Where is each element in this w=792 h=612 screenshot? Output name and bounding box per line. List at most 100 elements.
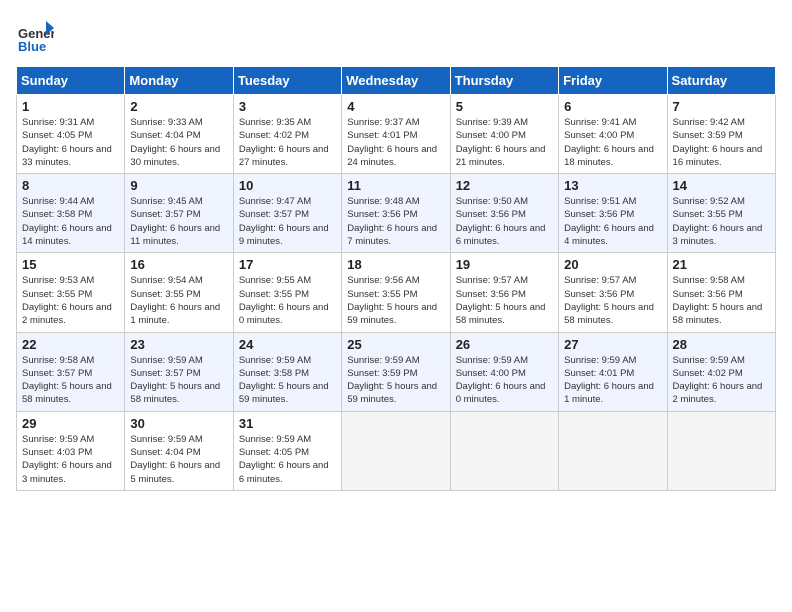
day-number: 27 (564, 337, 661, 352)
calendar-cell: 31 Sunrise: 9:59 AMSunset: 4:05 PMDayligh… (233, 411, 341, 490)
calendar-cell: 23Sunrise: 9:59 AMSunset: 3:57 PMDayligh… (125, 332, 233, 411)
day-info: Sunrise: 9:59 AMSunset: 3:57 PMDaylight:… (130, 354, 227, 407)
day-info: Sunrise: 9:35 AMSunset: 4:02 PMDaylight:… (239, 116, 336, 169)
day-number: 18 (347, 257, 444, 272)
calendar-cell: 25Sunrise: 9:59 AMSunset: 3:59 PMDayligh… (342, 332, 450, 411)
day-info: Sunrise: 9:57 AMSunset: 3:56 PMDaylight:… (456, 274, 553, 327)
week-row-5: 29 Sunrise: 9:59 AMSunset: 4:03 PMDayligh… (17, 411, 776, 490)
day-info: Sunrise: 9:52 AMSunset: 3:55 PMDaylight:… (673, 195, 770, 248)
day-number: 9 (130, 178, 227, 193)
day-info: Sunrise: 9:53 AMSunset: 3:55 PMDaylight:… (22, 274, 119, 327)
day-number: 5 (456, 99, 553, 114)
calendar-cell: 21 Sunrise: 9:58 AMSunset: 3:56 PMDayligh… (667, 253, 775, 332)
day-info: Sunrise: 9:58 AMSunset: 3:57 PMDaylight:… (22, 354, 119, 407)
day-number: 24 (239, 337, 336, 352)
calendar-cell (559, 411, 667, 490)
day-number: 14 (673, 178, 770, 193)
logo-icon: General Blue (16, 16, 54, 54)
weekday-thursday: Thursday (450, 67, 558, 95)
day-info: Sunrise: 9:33 AMSunset: 4:04 PMDaylight:… (130, 116, 227, 169)
day-info: Sunrise: 9:57 AMSunset: 3:56 PMDaylight:… (564, 274, 661, 327)
calendar-cell: 9 Sunrise: 9:45 AMSunset: 3:57 PMDaylight… (125, 174, 233, 253)
calendar-cell: 8 Sunrise: 9:44 AMSunset: 3:58 PMDaylight… (17, 174, 125, 253)
weekday-tuesday: Tuesday (233, 67, 341, 95)
day-number: 26 (456, 337, 553, 352)
calendar-cell: 24Sunrise: 9:59 AMSunset: 3:58 PMDayligh… (233, 332, 341, 411)
day-info: Sunrise: 9:37 AMSunset: 4:01 PMDaylight:… (347, 116, 444, 169)
week-row-1: 1 Sunrise: 9:31 AMSunset: 4:05 PMDaylight… (17, 95, 776, 174)
day-number: 8 (22, 178, 119, 193)
calendar-cell: 26 Sunrise: 9:59 AMSunset: 4:00 PMDayligh… (450, 332, 558, 411)
day-info: Sunrise: 9:50 AMSunset: 3:56 PMDaylight:… (456, 195, 553, 248)
day-info: Sunrise: 9:59 AMSunset: 4:01 PMDaylight:… (564, 354, 661, 407)
svg-text:Blue: Blue (18, 39, 46, 54)
day-info: Sunrise: 9:58 AMSunset: 3:56 PMDaylight:… (673, 274, 770, 327)
calendar-cell (342, 411, 450, 490)
calendar-cell: 11Sunrise: 9:48 AMSunset: 3:56 PMDayligh… (342, 174, 450, 253)
calendar-cell: 6 Sunrise: 9:41 AMSunset: 4:00 PMDaylight… (559, 95, 667, 174)
day-info: Sunrise: 9:31 AMSunset: 4:05 PMDaylight:… (22, 116, 119, 169)
calendar-cell: 3 Sunrise: 9:35 AMSunset: 4:02 PMDaylight… (233, 95, 341, 174)
week-row-2: 8 Sunrise: 9:44 AMSunset: 3:58 PMDaylight… (17, 174, 776, 253)
calendar-cell: 15 Sunrise: 9:53 AMSunset: 3:55 PMDayligh… (17, 253, 125, 332)
day-number: 7 (673, 99, 770, 114)
calendar-cell: 30 Sunrise: 9:59 AMSunset: 4:04 PMDayligh… (125, 411, 233, 490)
weekday-wednesday: Wednesday (342, 67, 450, 95)
day-number: 22 (22, 337, 119, 352)
day-number: 1 (22, 99, 119, 114)
day-number: 2 (130, 99, 227, 114)
calendar-cell (450, 411, 558, 490)
calendar-cell: 18Sunrise: 9:56 AMSunset: 3:55 PMDayligh… (342, 253, 450, 332)
calendar-cell: 4Sunrise: 9:37 AMSunset: 4:01 PMDaylight… (342, 95, 450, 174)
calendar-cell: 28Sunrise: 9:59 AMSunset: 4:02 PMDayligh… (667, 332, 775, 411)
day-number: 16 (130, 257, 227, 272)
day-number: 31 (239, 416, 336, 431)
logo: General Blue (16, 16, 58, 54)
calendar-cell: 17Sunrise: 9:55 AMSunset: 3:55 PMDayligh… (233, 253, 341, 332)
day-info: Sunrise: 9:39 AMSunset: 4:00 PMDaylight:… (456, 116, 553, 169)
calendar-cell: 14 Sunrise: 9:52 AMSunset: 3:55 PMDayligh… (667, 174, 775, 253)
day-info: Sunrise: 9:41 AMSunset: 4:00 PMDaylight:… (564, 116, 661, 169)
calendar-cell: 27 Sunrise: 9:59 AMSunset: 4:01 PMDayligh… (559, 332, 667, 411)
calendar-table: SundayMondayTuesdayWednesdayThursdayFrid… (16, 66, 776, 491)
day-number: 3 (239, 99, 336, 114)
weekday-sunday: Sunday (17, 67, 125, 95)
calendar-cell: 20 Sunrise: 9:57 AMSunset: 3:56 PMDayligh… (559, 253, 667, 332)
day-info: Sunrise: 9:59 AMSunset: 3:59 PMDaylight:… (347, 354, 444, 407)
day-info: Sunrise: 9:59 AMSunset: 4:00 PMDaylight:… (456, 354, 553, 407)
calendar-cell: 22 Sunrise: 9:58 AMSunset: 3:57 PMDayligh… (17, 332, 125, 411)
day-number: 6 (564, 99, 661, 114)
weekday-saturday: Saturday (667, 67, 775, 95)
page-header: General Blue (16, 16, 776, 54)
day-info: Sunrise: 9:42 AMSunset: 3:59 PMDaylight:… (673, 116, 770, 169)
calendar-cell: 2 Sunrise: 9:33 AMSunset: 4:04 PMDaylight… (125, 95, 233, 174)
calendar-cell: 16 Sunrise: 9:54 AMSunset: 3:55 PMDayligh… (125, 253, 233, 332)
week-row-4: 22 Sunrise: 9:58 AMSunset: 3:57 PMDayligh… (17, 332, 776, 411)
calendar-cell: 5 Sunrise: 9:39 AMSunset: 4:00 PMDaylight… (450, 95, 558, 174)
day-number: 15 (22, 257, 119, 272)
day-info: Sunrise: 9:59 AMSunset: 4:05 PMDaylight:… (239, 433, 336, 486)
week-row-3: 15 Sunrise: 9:53 AMSunset: 3:55 PMDayligh… (17, 253, 776, 332)
day-info: Sunrise: 9:59 AMSunset: 4:03 PMDaylight:… (22, 433, 119, 486)
weekday-monday: Monday (125, 67, 233, 95)
calendar-cell: 1 Sunrise: 9:31 AMSunset: 4:05 PMDaylight… (17, 95, 125, 174)
day-number: 21 (673, 257, 770, 272)
day-number: 19 (456, 257, 553, 272)
calendar-cell: 10Sunrise: 9:47 AMSunset: 3:57 PMDayligh… (233, 174, 341, 253)
day-info: Sunrise: 9:45 AMSunset: 3:57 PMDaylight:… (130, 195, 227, 248)
calendar-cell: 13Sunrise: 9:51 AMSunset: 3:56 PMDayligh… (559, 174, 667, 253)
day-number: 10 (239, 178, 336, 193)
calendar-cell (667, 411, 775, 490)
day-info: Sunrise: 9:59 AMSunset: 4:04 PMDaylight:… (130, 433, 227, 486)
day-number: 29 (22, 416, 119, 431)
day-number: 30 (130, 416, 227, 431)
day-number: 28 (673, 337, 770, 352)
day-number: 20 (564, 257, 661, 272)
calendar-cell: 12 Sunrise: 9:50 AMSunset: 3:56 PMDayligh… (450, 174, 558, 253)
day-number: 11 (347, 178, 444, 193)
day-info: Sunrise: 9:54 AMSunset: 3:55 PMDaylight:… (130, 274, 227, 327)
day-info: Sunrise: 9:44 AMSunset: 3:58 PMDaylight:… (22, 195, 119, 248)
day-number: 12 (456, 178, 553, 193)
calendar-cell: 29 Sunrise: 9:59 AMSunset: 4:03 PMDayligh… (17, 411, 125, 490)
day-number: 13 (564, 178, 661, 193)
